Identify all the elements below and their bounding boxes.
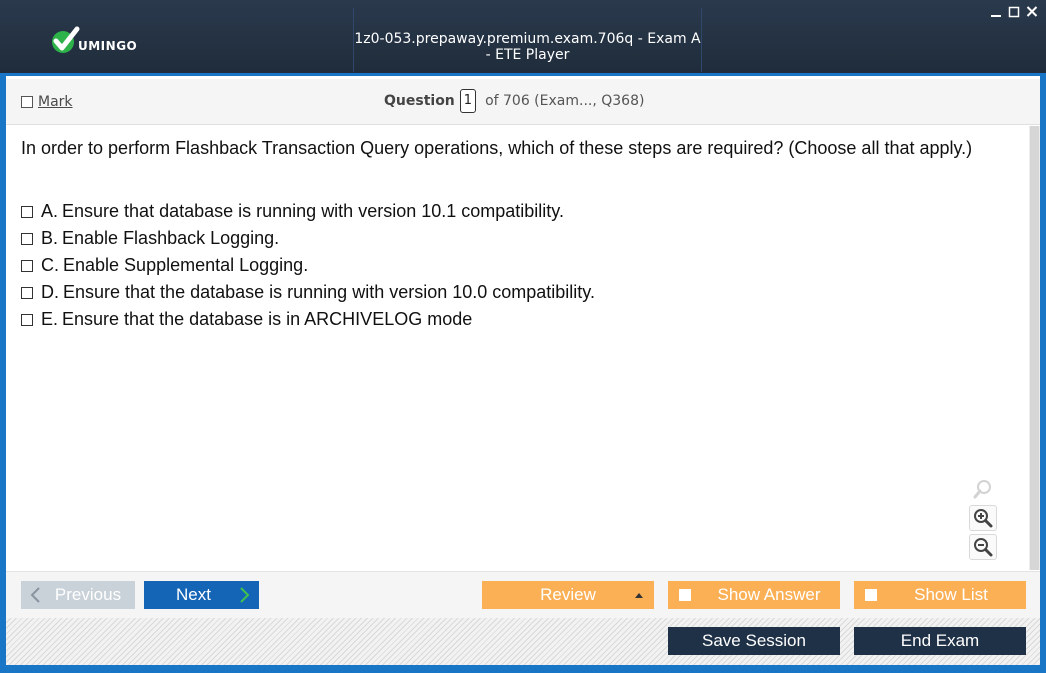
answer-letter: D. — [41, 282, 59, 302]
next-label: Next — [176, 585, 211, 604]
checkmark-logo-icon — [52, 26, 80, 53]
maximize-icon — [1008, 6, 1020, 18]
next-button[interactable]: Next — [144, 581, 259, 609]
answer-text: Ensure that the database is running with… — [63, 282, 595, 302]
show-answer-checkbox[interactable] — [679, 589, 691, 601]
chevron-right-icon — [239, 586, 251, 607]
answer-checkbox[interactable] — [21, 259, 33, 272]
previous-button[interactable]: Previous — [21, 581, 135, 609]
navigation-bar: Previous Next Review Show Answer Show Li… — [6, 571, 1040, 618]
zoom-in-icon — [974, 509, 993, 528]
answer-letter: B. — [41, 228, 59, 248]
magnifier-icon — [973, 480, 991, 499]
question-content: In order to perform Flashback Transactio… — [6, 126, 1028, 570]
zoom-reset-button[interactable] — [969, 476, 997, 502]
triangle-up-icon — [634, 587, 644, 606]
session-bar: Save Session End Exam — [6, 618, 1040, 665]
answer-text: Ensure that the database is in ARCHIVELO… — [62, 309, 473, 329]
question-navigator: Question 1 of 706 (Exam..., Q368) — [384, 89, 644, 113]
close-icon — [1026, 6, 1038, 17]
show-list-checkbox[interactable] — [865, 589, 877, 601]
answer-option-c[interactable]: C. Enable Supplemental Logging. — [21, 252, 595, 279]
answer-option-b[interactable]: B. Enable Flashback Logging. — [21, 225, 595, 252]
app-logo: UMINGO — [50, 26, 137, 56]
window-controls — [990, 4, 1038, 18]
show-answer-button[interactable]: Show Answer — [668, 581, 840, 609]
save-session-button[interactable]: Save Session — [668, 627, 840, 655]
answer-list: A. Ensure that database is running with … — [21, 198, 595, 333]
answer-option-e[interactable]: E. Ensure that the database is in ARCHIV… — [21, 306, 595, 333]
show-list-button[interactable]: Show List — [854, 581, 1026, 609]
answer-letter: E. — [41, 309, 59, 329]
review-button[interactable]: Review — [482, 581, 654, 609]
answer-letter: A. — [41, 201, 59, 221]
answer-checkbox[interactable] — [21, 286, 33, 299]
save-session-label: Save Session — [702, 631, 806, 650]
scrollbar-thumb[interactable] — [1030, 126, 1039, 570]
logo-text: UMINGO — [78, 39, 138, 53]
window-frame-right — [1040, 76, 1046, 665]
answer-text: Ensure that database is running with ver… — [62, 201, 564, 221]
show-answer-label: Show Answer — [717, 585, 821, 604]
window-frame-bottom — [0, 665, 1046, 673]
minimize-icon — [991, 15, 1001, 17]
question-toolbar: Mark Question 1 of 706 (Exam..., Q368) — [6, 79, 1040, 125]
close-button[interactable] — [1026, 4, 1038, 18]
answer-text: Enable Supplemental Logging. — [63, 255, 309, 275]
zoom-out-icon — [974, 538, 993, 557]
question-number-input[interactable]: 1 — [459, 89, 477, 113]
show-list-label: Show List — [914, 585, 988, 604]
question-text: In order to perform Flashback Transactio… — [21, 138, 973, 158]
mark-checkbox[interactable]: Mark — [21, 94, 73, 110]
title-separator-right — [701, 8, 702, 72]
answer-letter: C. — [41, 255, 59, 275]
answer-checkbox[interactable] — [21, 232, 33, 245]
end-exam-label: End Exam — [900, 631, 980, 650]
answer-text: Enable Flashback Logging. — [62, 228, 280, 248]
maximize-button[interactable] — [1008, 4, 1020, 18]
answer-option-a[interactable]: A. Ensure that database is running with … — [21, 198, 595, 225]
zoom-in-button[interactable] — [969, 505, 997, 531]
mark-label: Mark — [38, 94, 73, 110]
mark-checkbox-box[interactable] — [21, 96, 33, 108]
question-total: of 706 (Exam..., Q368) — [485, 93, 645, 109]
minimize-button[interactable] — [990, 4, 1002, 18]
review-label: Review — [540, 585, 596, 604]
chevron-left-icon — [29, 586, 41, 607]
zoom-out-button[interactable] — [969, 534, 997, 560]
previous-label: Previous — [54, 585, 122, 604]
window-title: 1z0-053.prepaway.premium.exam.706q - Exa… — [354, 31, 701, 63]
answer-checkbox[interactable] — [21, 313, 33, 326]
zoom-controls — [969, 476, 999, 563]
end-exam-button[interactable]: End Exam — [854, 627, 1026, 655]
answer-option-d[interactable]: D. Ensure that the database is running w… — [21, 279, 595, 306]
title-bar: UMINGO 1z0-053.prepaway.premium.exam.706… — [0, 0, 1046, 76]
answer-checkbox[interactable] — [21, 205, 33, 218]
question-label: Question — [384, 93, 455, 109]
